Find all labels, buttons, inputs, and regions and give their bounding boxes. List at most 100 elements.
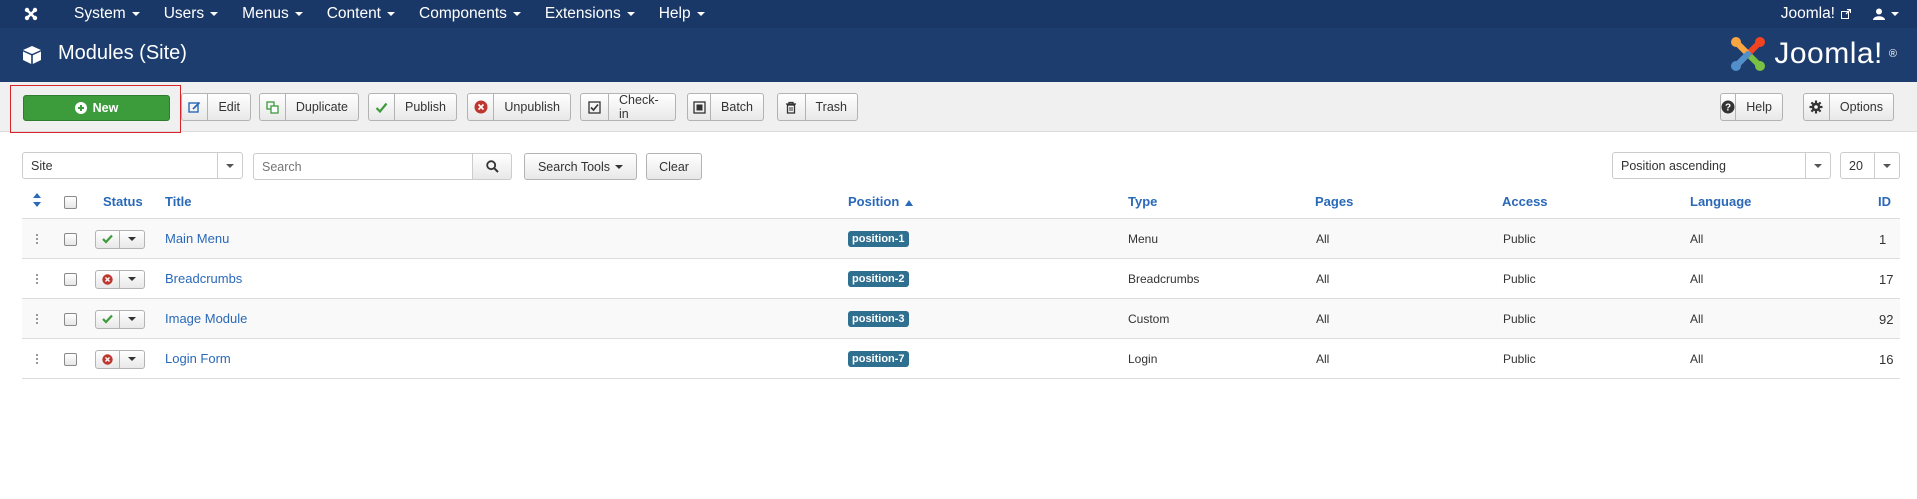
client-select-value: Site bbox=[31, 158, 53, 173]
access-cell: Public bbox=[1503, 352, 1536, 366]
view-site-label: Joomla! bbox=[1780, 5, 1835, 22]
column-id[interactable]: ID bbox=[1878, 194, 1891, 209]
menu-system-label: System bbox=[74, 5, 126, 22]
row-checkbox[interactable] bbox=[64, 219, 77, 259]
publish-button-label: Publish bbox=[405, 100, 446, 114]
column-language[interactable]: Language bbox=[1690, 194, 1751, 209]
chevron-down-icon bbox=[294, 12, 303, 16]
clear-button[interactable]: Clear bbox=[646, 153, 702, 180]
copy-icon bbox=[260, 94, 286, 120]
search-button[interactable] bbox=[472, 153, 512, 180]
main-menu: System Users Menus Content Components Ex… bbox=[62, 0, 717, 28]
column-access[interactable]: Access bbox=[1502, 194, 1548, 209]
new-button-label: New bbox=[92, 101, 119, 115]
published-check-icon[interactable] bbox=[96, 310, 120, 328]
page-title: Modules (Site) bbox=[58, 42, 187, 64]
sort-asc-icon bbox=[904, 200, 913, 206]
module-title-link[interactable]: Main Menu bbox=[165, 218, 229, 258]
search-input[interactable] bbox=[253, 153, 473, 180]
type-cell: Custom bbox=[1128, 312, 1170, 326]
clear-button-label: Clear bbox=[659, 159, 689, 174]
column-position-label: Position bbox=[848, 194, 900, 209]
menu-extensions[interactable]: Extensions bbox=[533, 0, 647, 28]
unpublish-icon bbox=[468, 94, 495, 120]
client-select[interactable]: Site bbox=[22, 152, 243, 179]
module-title-link[interactable]: Breadcrumbs bbox=[165, 258, 242, 298]
chevron-down-icon bbox=[387, 12, 395, 16]
check-in-button[interactable]: Check-in bbox=[580, 93, 676, 121]
ordering-select-value: Position ascending bbox=[1621, 158, 1726, 173]
help-button[interactable]: ? Help bbox=[1720, 93, 1783, 121]
menu-users-label: Users bbox=[163, 5, 205, 22]
search-tools-button[interactable]: Search Tools bbox=[524, 153, 637, 180]
menu-system[interactable]: System bbox=[62, 0, 152, 28]
joomla-logo: Joomla! ® bbox=[1728, 34, 1897, 74]
menu-components[interactable]: Components bbox=[407, 0, 533, 28]
table-row: Image Module position-3 Custom All Publi… bbox=[22, 299, 1900, 339]
menu-users[interactable]: Users bbox=[152, 0, 230, 28]
ordering-select[interactable]: Position ascending bbox=[1612, 152, 1831, 179]
column-position[interactable]: Position bbox=[848, 194, 913, 209]
chevron-down-icon bbox=[626, 12, 635, 16]
unpublished-icon[interactable] bbox=[96, 350, 120, 368]
batch-button[interactable]: Batch bbox=[687, 93, 764, 121]
edit-button[interactable]: Edit bbox=[181, 93, 251, 121]
user-menu[interactable] bbox=[1873, 8, 1917, 20]
svg-text:?: ? bbox=[1725, 103, 1731, 114]
new-button[interactable]: New bbox=[23, 95, 170, 121]
options-button[interactable]: Options bbox=[1803, 93, 1894, 121]
row-checkbox[interactable] bbox=[64, 339, 77, 379]
status-toggle[interactable] bbox=[95, 299, 145, 339]
chevron-down-icon[interactable] bbox=[120, 271, 144, 288]
id-cell: 92 bbox=[1879, 311, 1894, 327]
registered-mark: ® bbox=[1888, 48, 1897, 60]
trash-button[interactable]: Trash bbox=[777, 93, 858, 121]
column-title[interactable]: Title bbox=[165, 194, 192, 209]
id-cell: 17 bbox=[1879, 271, 1894, 287]
published-check-icon[interactable] bbox=[96, 230, 120, 248]
status-toggle[interactable] bbox=[95, 219, 145, 259]
module-title-link[interactable]: Image Module bbox=[165, 298, 247, 338]
chevron-down-icon bbox=[512, 12, 521, 16]
joomla-menu-icon[interactable] bbox=[16, 0, 46, 28]
menu-menus[interactable]: Menus bbox=[230, 0, 315, 28]
unpublished-icon[interactable] bbox=[96, 270, 120, 288]
drag-handle-icon[interactable] bbox=[36, 339, 40, 379]
help-button-label: Help bbox=[1746, 100, 1772, 114]
column-status[interactable]: Status bbox=[103, 194, 143, 209]
row-checkbox[interactable] bbox=[64, 259, 77, 299]
column-type[interactable]: Type bbox=[1128, 194, 1157, 209]
column-pages[interactable]: Pages bbox=[1315, 194, 1353, 209]
drag-handle-icon[interactable] bbox=[36, 219, 40, 259]
type-cell: Menu bbox=[1128, 232, 1159, 246]
unpublish-button[interactable]: Unpublish bbox=[467, 93, 571, 121]
menu-content[interactable]: Content bbox=[315, 0, 407, 28]
drag-handle-icon[interactable] bbox=[36, 259, 40, 299]
access-cell: Public bbox=[1503, 312, 1536, 326]
ordering-sort-icon[interactable] bbox=[33, 193, 41, 210]
check-icon bbox=[369, 94, 395, 120]
table-row: Main Menu position-1 Menu All Public All… bbox=[22, 219, 1900, 259]
duplicate-button-label: Duplicate bbox=[295, 100, 348, 114]
limit-select[interactable]: 20 bbox=[1840, 152, 1900, 179]
chevron-down-icon[interactable] bbox=[120, 231, 144, 248]
chevron-down-icon[interactable] bbox=[120, 311, 144, 328]
chevron-down-icon[interactable] bbox=[120, 351, 144, 368]
chevron-down-icon bbox=[210, 12, 219, 16]
status-toggle[interactable] bbox=[95, 259, 145, 299]
drag-handle-icon[interactable] bbox=[36, 299, 40, 339]
status-toggle[interactable] bbox=[95, 339, 145, 379]
joomla-logo-text: Joomla! bbox=[1774, 37, 1883, 70]
menu-help[interactable]: Help bbox=[647, 0, 717, 28]
module-title-link[interactable]: Login Form bbox=[165, 338, 231, 378]
row-checkbox[interactable] bbox=[64, 299, 77, 339]
publish-button[interactable]: Publish bbox=[368, 93, 457, 121]
batch-button-label: Batch bbox=[721, 100, 753, 114]
cube-icon bbox=[23, 46, 41, 64]
select-all-checkbox[interactable] bbox=[64, 196, 77, 209]
gear-icon bbox=[1804, 94, 1830, 120]
duplicate-button[interactable]: Duplicate bbox=[259, 93, 359, 121]
view-site-link[interactable]: Joomla! bbox=[1781, 5, 1873, 23]
options-button-label: Options bbox=[1839, 100, 1883, 114]
id-cell: 16 bbox=[1879, 351, 1894, 367]
